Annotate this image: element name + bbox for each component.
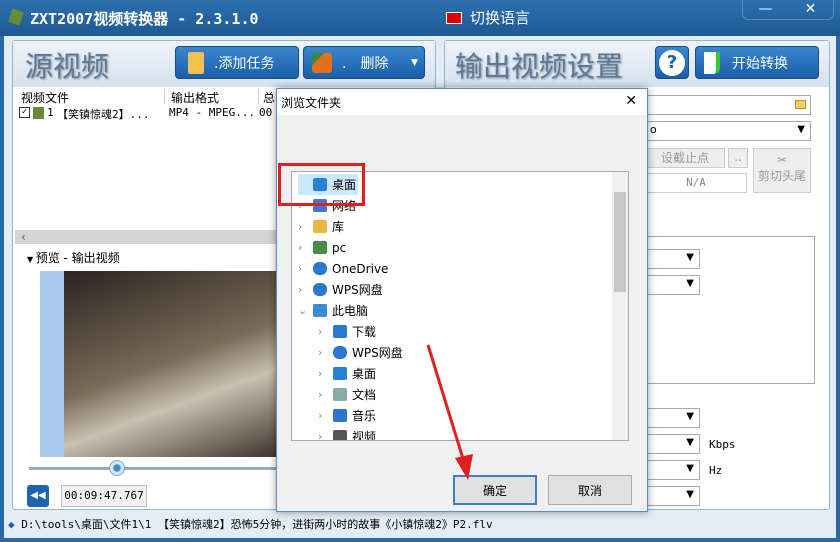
annotation-arrow: [426, 344, 473, 480]
arrow-line: [426, 344, 466, 463]
arrow-head: [455, 454, 473, 480]
